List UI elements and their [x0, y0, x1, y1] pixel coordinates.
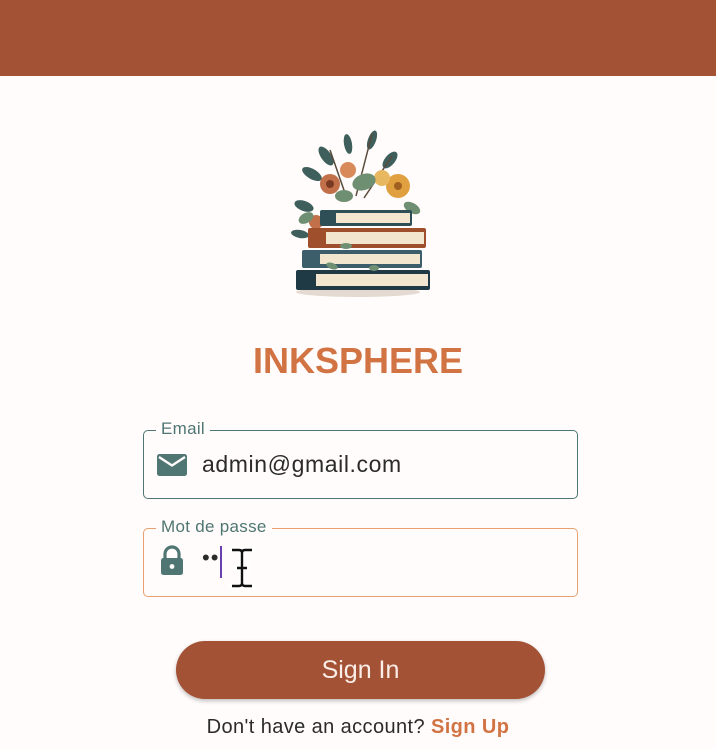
mail-icon [157, 454, 187, 476]
text-caret [220, 546, 222, 578]
signup-prompt-text: Don't have an account? [206, 716, 425, 738]
app-bar [0, 0, 716, 76]
sign-up-link[interactable]: Sign Up [431, 716, 509, 738]
password-input[interactable]: •• [202, 543, 219, 573]
email-field[interactable]: Email admin@gmail.com [143, 418, 578, 499]
text-cursor-icon [229, 547, 255, 589]
books-logo-icon [291, 130, 430, 297]
lock-icon [161, 545, 183, 575]
email-field-label: Email [156, 418, 211, 440]
password-field[interactable]: Mot de passe •• [143, 516, 578, 597]
email-input[interactable]: admin@gmail.com [202, 449, 402, 479]
signup-prompt: Don't have an account? Sign Up [0, 716, 716, 739]
app-title: INKSPHERE [252, 340, 464, 381]
sign-in-button[interactable]: Sign In [176, 641, 545, 699]
password-field-label: Mot de passe [156, 516, 272, 538]
